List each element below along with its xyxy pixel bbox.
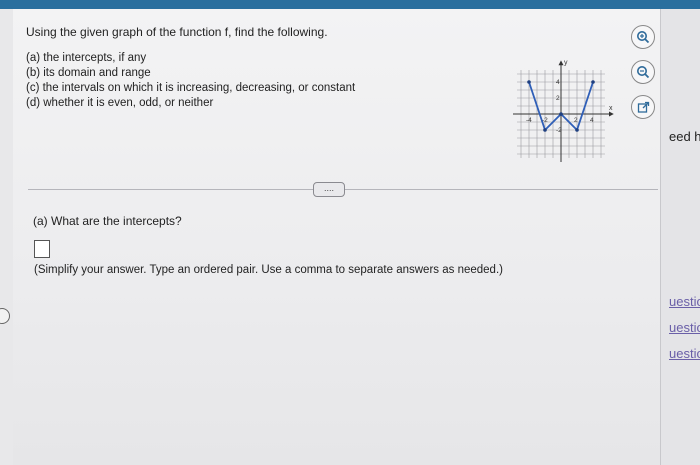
- question-part-c: (c) the intervals on which it is increas…: [26, 82, 356, 94]
- question-part-d: (d) whether it is even, odd, or neither: [26, 97, 214, 109]
- y-tick-label: 4: [556, 79, 560, 86]
- side-question-link-1[interactable]: uestio: [669, 294, 700, 309]
- question-prompt: Using the given graph of the function f,…: [26, 25, 328, 39]
- collapse-handle-icon[interactable]: [0, 308, 10, 324]
- function-graph: xy-4 -2 2 442-2: [513, 59, 614, 162]
- y-axis-arrow: [558, 60, 564, 66]
- x-axis-arrow: [609, 111, 614, 117]
- more-button[interactable]: ....: [313, 182, 345, 197]
- zoom-in-button[interactable]: [631, 25, 655, 49]
- y-tick-label: 2: [556, 95, 560, 102]
- x-axis-label: x: [609, 105, 613, 112]
- function-point: [527, 80, 531, 84]
- answer-input[interactable]: [34, 240, 50, 258]
- side-question-link-2[interactable]: uestion: [669, 320, 700, 335]
- question-parts: (a) the intercepts, if any (b) its domai…: [26, 51, 355, 111]
- side-question-link-3[interactable]: uestion: [669, 346, 700, 361]
- function-point: [575, 128, 579, 132]
- x-tick-label: 4: [590, 117, 594, 124]
- function-point: [591, 80, 595, 84]
- zoom-out-button[interactable]: [631, 60, 655, 84]
- x-tick-label: 2: [574, 117, 578, 124]
- graph-tools: [631, 25, 655, 130]
- y-axis-label: y: [564, 59, 568, 66]
- zoom-out-icon: [637, 66, 650, 79]
- answer-hint: (Simplify your answer. Type an ordered p…: [34, 264, 503, 276]
- zoom-in-icon: [637, 31, 650, 44]
- function-point: [559, 112, 563, 116]
- y-tick-label: -2: [556, 127, 562, 134]
- left-edge: [0, 9, 14, 465]
- x-tick-label: -4: [526, 117, 532, 124]
- right-side-panel: eed h uestio uestion uestion: [661, 9, 700, 465]
- question-part-b: (b) its domain and range: [26, 67, 151, 79]
- question-part-a: (a) the intercepts, if any: [26, 52, 147, 64]
- function-point: [543, 128, 547, 132]
- external-link-icon: [637, 101, 649, 113]
- side-fragment-text: eed h: [669, 129, 700, 144]
- open-new-window-button[interactable]: [631, 95, 655, 119]
- question-panel: Using the given graph of the function f,…: [13, 9, 661, 465]
- top-bar: [0, 0, 700, 9]
- subquestion-prompt: (a) What are the intercepts?: [33, 214, 182, 228]
